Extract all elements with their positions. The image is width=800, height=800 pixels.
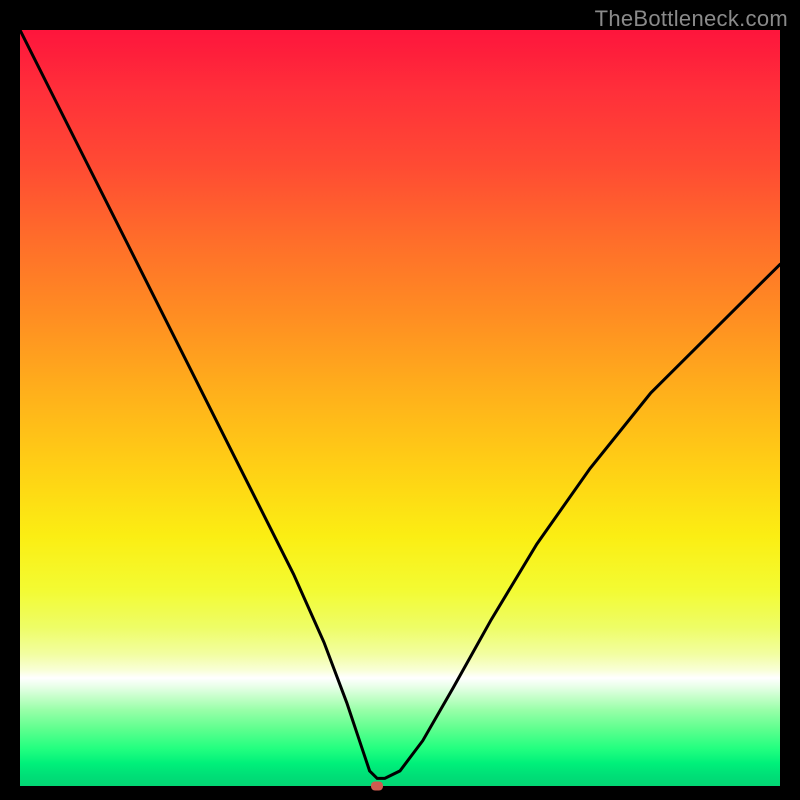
watermark-text: TheBottleneck.com	[595, 6, 788, 32]
bottleneck-marker	[371, 782, 383, 791]
bottleneck-curve-path	[20, 30, 780, 778]
chart-frame: TheBottleneck.com	[0, 0, 800, 800]
chart-curve-layer	[20, 30, 780, 786]
